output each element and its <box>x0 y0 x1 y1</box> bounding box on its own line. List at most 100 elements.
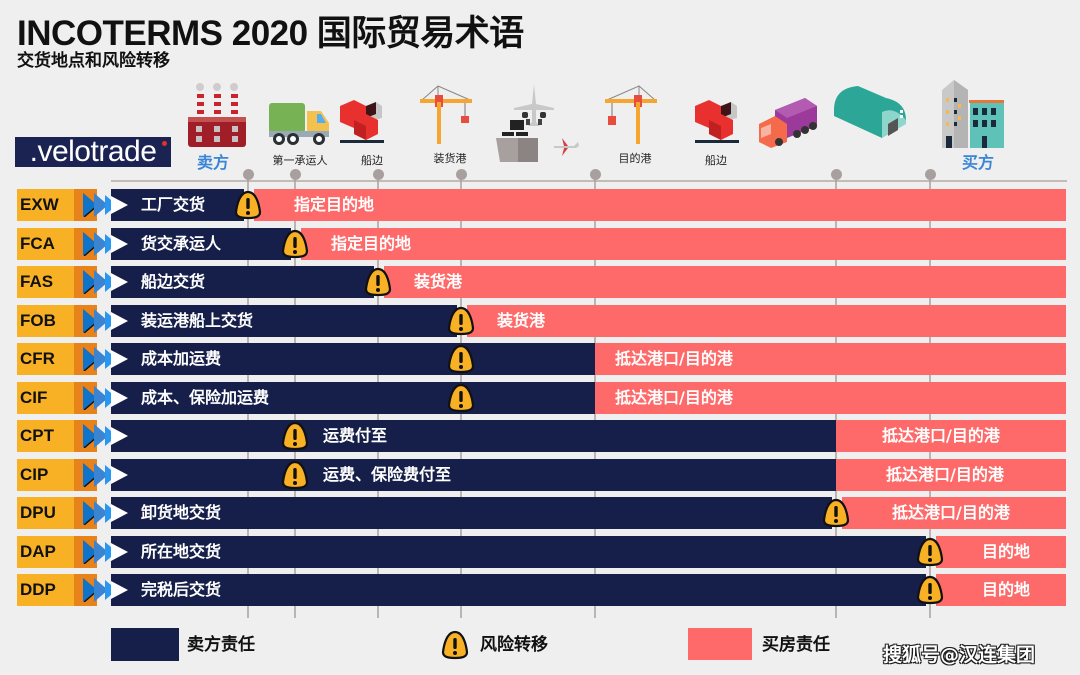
term-code: EXW <box>20 195 59 214</box>
risk-transfer-warning-icon <box>915 575 945 605</box>
risk-transfer-warning-icon <box>233 190 263 220</box>
term-code-badge: FCA <box>17 228 117 260</box>
buyer-label: 目的地 <box>982 580 1031 599</box>
seller-label: 装运港船上交货 <box>141 311 254 330</box>
truck-icon <box>759 98 817 148</box>
risk-transfer-warning-icon <box>446 383 476 413</box>
crane-icon <box>605 85 657 144</box>
crane-icon <box>420 85 472 144</box>
stage-label-seller: 卖方 <box>196 153 230 172</box>
seller-label: 货交承运人 <box>141 234 222 253</box>
term-code: CPT <box>20 426 54 445</box>
timeline-stop-dot <box>924 169 936 180</box>
play-triangle-icon <box>111 581 128 599</box>
legend-buyer-swatch <box>688 628 752 660</box>
buyer-responsibility-bar: 抵达港口/目的港 <box>836 459 1066 491</box>
seller-responsibility-bar: 成本、保险加运费 <box>111 382 595 414</box>
seller-responsibility-bar <box>111 420 836 452</box>
legend-seller-label: 卖方责任 <box>187 635 255 655</box>
legend-seller-swatch <box>111 628 179 661</box>
timeline-stop-dot <box>455 169 467 180</box>
risk-transfer-warning-icon <box>446 306 476 336</box>
buyer-responsibility-bar: 指定目的地 <box>254 189 1066 221</box>
buyer-responsibility-bar: 目的地 <box>936 536 1066 568</box>
timeline-stop-dot <box>289 169 301 180</box>
stage-label-alongside-ship: 船边 <box>361 154 383 167</box>
seller-responsibility-bar: 完税后交货 <box>111 574 926 606</box>
buyer-label: 指定目的地 <box>331 234 412 253</box>
seller-responsibility-bar <box>111 459 836 491</box>
stage-label-loading-port: 装货港 <box>433 152 467 165</box>
seller-responsibility-bar: 卸货地交货 <box>111 497 832 529</box>
seller-responsibility-bar: 成本加运费 <box>111 343 595 375</box>
seller-label: 成本、保险加运费 <box>141 388 270 407</box>
seller-responsibility-bar: 船边交货 <box>111 266 374 298</box>
timeline-stop-dot <box>589 169 601 180</box>
risk-transfer-warning-icon <box>280 229 310 259</box>
buyer-label: 抵达港口/目的港 <box>615 349 733 368</box>
legend-risk-label: 风险转移 <box>480 635 548 655</box>
play-triangle-icon <box>111 273 128 291</box>
play-triangle-icon <box>111 312 128 330</box>
term-code-badge: CIP <box>17 459 117 491</box>
stage-label-destination-port: 目的港 <box>618 152 652 165</box>
term-code-badge: CPT <box>17 420 117 452</box>
legend-buyer-label: 买房责任 <box>762 635 830 655</box>
term-code: FCA <box>20 234 55 253</box>
buyer-responsibility-bar: 目的地 <box>936 574 1066 606</box>
logo-dot <box>162 141 167 146</box>
seller-responsibility-bar: 所在地交货 <box>111 536 926 568</box>
buyer-responsibility-bar: 抵达港口/目的港 <box>842 497 1066 529</box>
velotrade-logo: .velotrade <box>15 137 171 167</box>
seller-label: 运费付至 <box>323 426 388 445</box>
timeline-stop-dot <box>242 169 254 180</box>
buildings-icon <box>942 80 1004 148</box>
ship-plane-icon <box>496 84 579 162</box>
term-code: FOB <box>20 311 56 330</box>
buyer-responsibility-bar: 装货港 <box>384 266 1066 298</box>
buyer-responsibility-bar: 抵达港口/目的港 <box>836 420 1066 452</box>
risk-transfer-warning-icon <box>821 498 851 528</box>
seller-responsibility-bar: 工厂交货 <box>111 189 244 221</box>
page-title: INCOTERMS 2020 国际贸易术语 <box>17 14 524 53</box>
risk-transfer-warning-icon <box>363 267 393 297</box>
play-triangle-icon <box>111 504 128 522</box>
risk-transfer-warning-icon <box>915 537 945 567</box>
seller-label: 完税后交货 <box>141 580 222 599</box>
buyer-label: 抵达港口/目的港 <box>892 503 1010 522</box>
buyer-label: 装货港 <box>497 311 546 330</box>
term-code-badge: CIF <box>17 382 117 414</box>
factory-icon <box>188 83 246 147</box>
term-code-badge: CFR <box>17 343 117 375</box>
truck-icon <box>269 103 329 145</box>
buyer-label: 装货港 <box>414 272 463 291</box>
play-triangle-icon <box>111 466 128 484</box>
term-code: FAS <box>20 272 54 291</box>
buyer-label: 抵达港口/目的港 <box>882 426 1000 445</box>
warehouse-icon <box>834 86 906 138</box>
seller-label: 成本加运费 <box>141 349 222 368</box>
term-code: CFR <box>20 349 55 368</box>
timeline-stop-dot <box>372 169 384 180</box>
play-triangle-icon <box>111 350 128 368</box>
term-code: DDP <box>20 580 56 599</box>
page-subtitle: 交货地点和风险转移 <box>17 51 170 71</box>
buyer-responsibility-bar: 抵达港口/目的港 <box>595 343 1066 375</box>
seller-label: 卸货地交货 <box>141 503 222 522</box>
play-triangle-icon <box>111 427 128 445</box>
play-triangle-icon <box>111 196 128 214</box>
play-triangle-icon <box>111 389 128 407</box>
buyer-label: 抵达港口/目的港 <box>886 465 1004 484</box>
term-code-badge: DDP <box>17 574 117 606</box>
risk-transfer-warning-icon <box>280 460 310 490</box>
buyer-label: 目的地 <box>982 542 1031 561</box>
term-code-badge: FOB <box>17 305 117 337</box>
seller-label: 工厂交货 <box>141 195 206 214</box>
stage-label-first-carrier: 第一承运人 <box>272 154 328 167</box>
watermark: 搜狐号@汉连集团 <box>883 644 1036 666</box>
buyer-responsibility-bar: 抵达港口/目的港 <box>595 382 1066 414</box>
term-code: DAP <box>20 542 56 561</box>
risk-transfer-warning-icon <box>446 344 476 374</box>
stage-label-buyer: 买方 <box>961 153 995 172</box>
play-triangle-icon <box>111 543 128 561</box>
